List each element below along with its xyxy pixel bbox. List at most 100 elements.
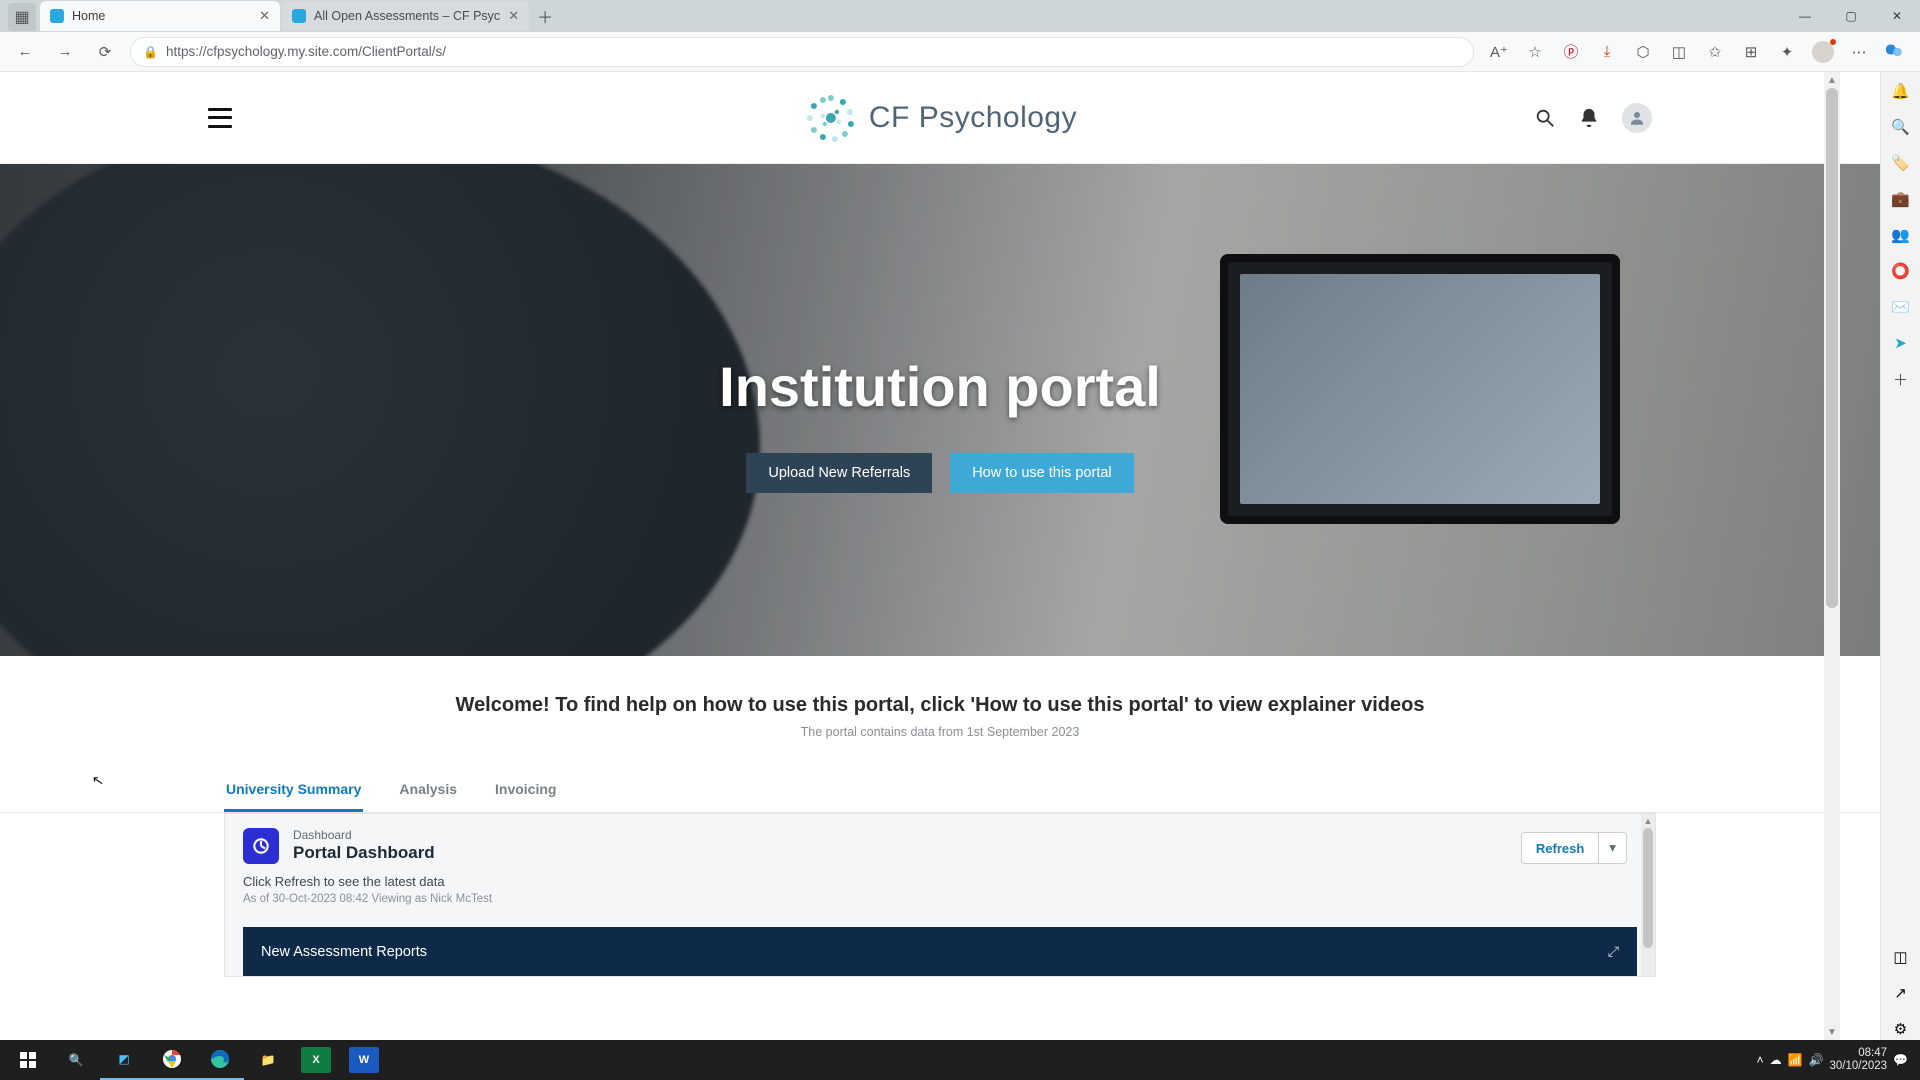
back-button[interactable]: ← bbox=[10, 37, 40, 67]
forward-button[interactable]: → bbox=[50, 37, 80, 67]
collections-icon[interactable]: ⊞ bbox=[1736, 37, 1766, 67]
scroll-thumb[interactable] bbox=[1826, 88, 1838, 608]
refresh-button[interactable]: Refresh bbox=[1521, 832, 1599, 864]
taskbar-explorer[interactable]: 📁 bbox=[244, 1040, 292, 1080]
inner-scrollbar[interactable]: ▲ bbox=[1641, 814, 1655, 976]
tab-close-icon[interactable]: ✕ bbox=[259, 8, 270, 24]
clock-time: 08:47 bbox=[1829, 1047, 1887, 1060]
hero: Institution portal Upload New Referrals … bbox=[0, 164, 1880, 656]
refresh-menu-button[interactable]: ▾ bbox=[1599, 832, 1627, 864]
tab-title: Home bbox=[72, 9, 105, 23]
tray-cloud-icon[interactable]: ☁ bbox=[1770, 1053, 1782, 1067]
sidebar-bell-icon[interactable]: 🔔 bbox=[1890, 80, 1912, 102]
dashboard-eyebrow: Dashboard bbox=[293, 828, 435, 842]
dashboard-header: Dashboard Portal Dashboard Refresh ▾ bbox=[225, 814, 1655, 874]
brand-text: CF Psychology bbox=[869, 101, 1077, 135]
browser-tab-home[interactable]: Home ✕ bbox=[40, 1, 280, 31]
tray-volume-icon[interactable]: 🔊 bbox=[1809, 1053, 1824, 1067]
taskbar-clock[interactable]: 08:47 30/10/2023 bbox=[1829, 1047, 1887, 1073]
sidebar-panel-icon[interactable]: ◫ bbox=[1890, 946, 1912, 968]
tab-actions-icon[interactable]: ▦ bbox=[8, 3, 36, 31]
hero-title: Institution portal bbox=[0, 164, 1880, 419]
header-actions bbox=[1534, 103, 1652, 133]
inner-scroll-thumb[interactable] bbox=[1643, 828, 1653, 948]
url-text: https://cfpsychology.my.site.com/ClientP… bbox=[166, 44, 446, 59]
sidebar-settings-icon[interactable]: ⚙ bbox=[1890, 1018, 1912, 1040]
expand-icon[interactable]: ⤢ bbox=[1608, 943, 1619, 960]
address-actions: A⁺ ☆ ⓟ ⤓ ⬡ ◫ ✩ ⊞ ✦ ⋯ bbox=[1484, 37, 1910, 67]
dashboard-meta: Dashboard Portal Dashboard bbox=[293, 828, 435, 863]
favorites-bar-icon[interactable]: ✩ bbox=[1700, 37, 1730, 67]
report-bar[interactable]: New Assessment Reports ⤢ bbox=[243, 927, 1637, 976]
more-icon[interactable]: ⋯ bbox=[1844, 37, 1874, 67]
brand[interactable]: CF Psychology bbox=[803, 90, 1077, 146]
dashboard-timestamp: As of 30-Oct-2023 08:42 Viewing as Nick … bbox=[225, 893, 1655, 919]
browser-tab-assessments[interactable]: All Open Assessments – CF Psyc ✕ bbox=[282, 1, 529, 31]
window-close-button[interactable]: ✕ bbox=[1874, 0, 1920, 32]
system-tray: ˄ ☁ 📶 🔊 08:47 30/10/2023 💬 bbox=[1757, 1047, 1916, 1073]
copilot-icon[interactable] bbox=[1880, 37, 1910, 67]
scroll-down-icon[interactable]: ▼ bbox=[1824, 1024, 1840, 1040]
window-maximize-button[interactable]: ▢ bbox=[1828, 0, 1874, 32]
search-icon[interactable] bbox=[1534, 107, 1556, 129]
address-bar: ← → ⟳ 🔒 https://cfpsychology.my.site.com… bbox=[0, 32, 1920, 72]
bell-icon[interactable] bbox=[1578, 107, 1600, 129]
summary-tabs: University Summary Analysis Invoicing bbox=[0, 747, 1880, 813]
taskbar-edge[interactable] bbox=[196, 1040, 244, 1080]
browser-titlebar: ▦ Home ✕ All Open Assessments – CF Psyc … bbox=[0, 0, 1920, 32]
window-minimize-button[interactable]: — bbox=[1782, 0, 1828, 32]
pinterest-icon[interactable]: ⓟ bbox=[1556, 37, 1586, 67]
lock-icon: 🔒 bbox=[143, 45, 158, 59]
tab-university-summary[interactable]: University Summary bbox=[224, 771, 363, 812]
taskbar-search-button[interactable]: 🔍 bbox=[52, 1040, 100, 1080]
sidebar-office-icon[interactable]: ⭕ bbox=[1890, 260, 1912, 282]
upload-referrals-button[interactable]: Upload New Referrals bbox=[746, 453, 932, 493]
page: CF Psychology Institution portal Upload … bbox=[0, 72, 1880, 1040]
dashboard-icon bbox=[243, 828, 279, 864]
sidebar-briefcase-icon[interactable]: 💼 bbox=[1890, 188, 1912, 210]
hamburger-menu-button[interactable] bbox=[208, 108, 232, 128]
dashboard-panel: Dashboard Portal Dashboard Refresh ▾ Cli… bbox=[224, 813, 1656, 977]
profile-icon[interactable] bbox=[1808, 37, 1838, 67]
split-screen-icon[interactable]: ◫ bbox=[1664, 37, 1694, 67]
tab-title: All Open Assessments – CF Psyc bbox=[314, 9, 500, 23]
sidebar-open-icon[interactable]: ↗ bbox=[1890, 982, 1912, 1004]
page-scrollbar[interactable]: ▲ ▼ bbox=[1824, 72, 1840, 1040]
extension-icon[interactable]: ⬡ bbox=[1628, 37, 1658, 67]
taskbar-app-1[interactable]: ◩ bbox=[100, 1040, 148, 1080]
favorite-icon[interactable]: ☆ bbox=[1520, 37, 1550, 67]
how-to-use-button[interactable]: How to use this portal bbox=[950, 453, 1133, 493]
extensions-icon[interactable]: ✦ bbox=[1772, 37, 1802, 67]
tray-chevron-icon[interactable]: ˄ bbox=[1757, 1053, 1764, 1067]
new-tab-button[interactable]: ＋ bbox=[531, 2, 559, 30]
clock-date: 30/10/2023 bbox=[1829, 1060, 1887, 1073]
welcome-sub: The portal contains data from 1st Septem… bbox=[20, 725, 1860, 739]
tab-close-icon[interactable]: ✕ bbox=[508, 8, 519, 24]
notifications-icon[interactable]: 💬 bbox=[1893, 1053, 1908, 1067]
user-avatar[interactable] bbox=[1622, 103, 1652, 133]
taskbar-word[interactable]: W bbox=[349, 1047, 379, 1073]
tab-invoicing[interactable]: Invoicing bbox=[493, 771, 558, 812]
sidebar-search-icon[interactable]: 🔍 bbox=[1890, 116, 1912, 138]
read-aloud-icon[interactable]: A⁺ bbox=[1484, 37, 1514, 67]
sidebar-add-icon[interactable]: ＋ bbox=[1890, 368, 1912, 390]
edge-sidebar: 🔔 🔍 🏷️ 💼 👥 ⭕ ✉️ ➤ ＋ ◫ ↗ ⚙ bbox=[1880, 72, 1920, 1040]
dashboard-subtext: Click Refresh to see the latest data bbox=[225, 874, 1655, 893]
window-controls: — ▢ ✕ bbox=[1782, 0, 1920, 32]
welcome: Welcome! To find help on how to use this… bbox=[0, 656, 1880, 747]
url-field[interactable]: 🔒 https://cfpsychology.my.site.com/Clien… bbox=[130, 37, 1474, 67]
scroll-up-icon[interactable]: ▲ bbox=[1824, 72, 1840, 88]
sidebar-send-icon[interactable]: ➤ bbox=[1890, 332, 1912, 354]
taskbar-excel[interactable]: X bbox=[301, 1047, 331, 1073]
tab-analysis[interactable]: Analysis bbox=[397, 771, 459, 812]
tray-wifi-icon[interactable]: 📶 bbox=[1788, 1053, 1803, 1067]
sidebar-people-icon[interactable]: 👥 bbox=[1890, 224, 1912, 246]
sidebar-tag-icon[interactable]: 🏷️ bbox=[1890, 152, 1912, 174]
start-button[interactable] bbox=[4, 1040, 52, 1080]
shopping-icon[interactable]: ⤓ bbox=[1592, 37, 1622, 67]
favicon-icon bbox=[50, 9, 64, 23]
viewport: CF Psychology Institution portal Upload … bbox=[0, 72, 1920, 1040]
taskbar-chrome[interactable] bbox=[148, 1040, 196, 1080]
sidebar-outlook-icon[interactable]: ✉️ bbox=[1890, 296, 1912, 318]
reload-button[interactable]: ⟳ bbox=[90, 37, 120, 67]
